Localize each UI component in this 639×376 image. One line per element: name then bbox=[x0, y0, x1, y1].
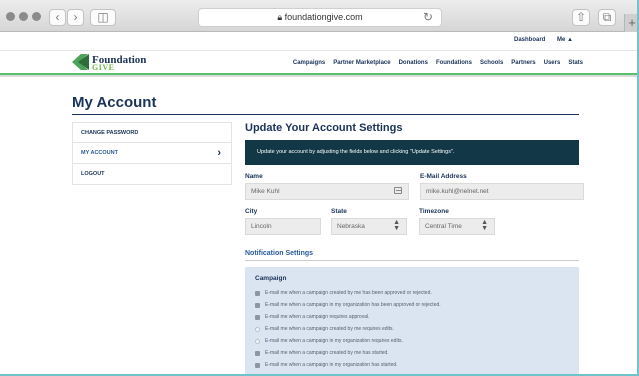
notification-divider bbox=[245, 260, 579, 261]
nav-users[interactable]: Users bbox=[544, 60, 561, 66]
site-utility-bar: Dashboard Me ▲ bbox=[0, 32, 637, 51]
browser-toolbar: ‹ › ◫ 🔒︎ foundationgive.com ↻ ⇧ ⧉ + bbox=[0, 0, 637, 32]
notification-option-label: E-mail me when a campaign in my organiza… bbox=[265, 362, 398, 368]
city-group: City Lincoln bbox=[245, 208, 321, 235]
timezone-label: Timezone bbox=[419, 208, 449, 215]
notification-option[interactable]: E-mail me when a campaign in my organiza… bbox=[255, 335, 569, 347]
close-window-button[interactable] bbox=[6, 12, 15, 21]
select-arrows-icon: ▲ ▼ bbox=[393, 219, 400, 232]
notification-option[interactable]: E-mail me when a campaign created by me … bbox=[255, 287, 569, 299]
nav-campaigns[interactable]: Campaigns bbox=[293, 60, 325, 66]
state-label: State bbox=[331, 208, 347, 215]
notification-option-label: E-mail me when a campaign created by me … bbox=[265, 290, 432, 296]
site-header: Foundation GIVE Campaigns Partner Market… bbox=[0, 51, 637, 75]
account-sidebar: CHANGE PASSWORD MY ACCOUNT › LOGOUT bbox=[72, 122, 232, 185]
main-nav: Campaigns Partner Marketplace Donations … bbox=[293, 60, 583, 66]
notification-option[interactable]: E-mail me when a campaign created by me … bbox=[255, 347, 569, 359]
sidebar-item-change-password[interactable]: CHANGE PASSWORD bbox=[72, 122, 232, 143]
campaign-category-label: Campaign bbox=[255, 275, 287, 282]
select-arrows-icon: ▲ ▼ bbox=[481, 219, 488, 232]
minimize-window-button[interactable] bbox=[19, 12, 28, 21]
nav-foundations[interactable]: Foundations bbox=[436, 60, 472, 66]
notification-option[interactable]: E-mail me when a campaign created by me … bbox=[255, 323, 569, 335]
notification-option-label: E-mail me when a campaign in my organiza… bbox=[265, 338, 403, 344]
new-tab-button[interactable]: + bbox=[624, 14, 637, 32]
city-field[interactable]: Lincoln bbox=[245, 218, 321, 235]
nav-partner-marketplace[interactable]: Partner Marketplace bbox=[333, 60, 390, 66]
tabs-button[interactable]: ⧉ bbox=[598, 9, 616, 26]
notification-option-label: E-mail me when a campaign in my organiza… bbox=[265, 302, 441, 308]
timezone-group: Timezone Central Time ▲ ▼ bbox=[419, 208, 495, 235]
chevron-left-icon: ‹ bbox=[55, 10, 60, 24]
email-group: E-Mail Address mike.kuhl@nelnet.net bbox=[420, 173, 584, 200]
checkbox[interactable] bbox=[255, 362, 260, 368]
checkbox[interactable] bbox=[255, 326, 260, 332]
plus-icon: + bbox=[628, 15, 636, 30]
user-icon: ▲ bbox=[567, 37, 573, 43]
sidebar-icon: ◫ bbox=[97, 10, 109, 24]
state-select[interactable]: Nebraska ▲ ▼ bbox=[331, 218, 407, 235]
notification-option-label: E-mail me when a campaign created by me … bbox=[265, 350, 389, 356]
share-icon: ⇧ bbox=[575, 10, 587, 24]
timezone-select[interactable]: Central Time ▲ ▼ bbox=[419, 218, 495, 235]
email-label: E-Mail Address bbox=[420, 173, 467, 180]
chevron-right-icon: › bbox=[73, 10, 78, 24]
reload-icon[interactable]: ↻ bbox=[423, 10, 433, 24]
forward-button[interactable]: › bbox=[67, 9, 84, 26]
zoom-window-button[interactable] bbox=[32, 12, 41, 21]
name-email-row: Name Mike Kuhl E-Mail Address mike.kuhl@… bbox=[245, 173, 584, 200]
name-label: Name bbox=[245, 173, 263, 180]
checkbox[interactable] bbox=[255, 302, 260, 308]
location-row: City Lincoln State Nebraska ▲ ▼ Timezone … bbox=[245, 208, 579, 235]
nav-stats[interactable]: Stats bbox=[568, 60, 583, 66]
checkbox[interactable] bbox=[255, 314, 260, 320]
back-button[interactable]: ‹ bbox=[49, 9, 66, 26]
state-group: State Nebraska ▲ ▼ bbox=[331, 208, 407, 235]
address-bar[interactable]: 🔒︎ foundationgive.com ↻ bbox=[198, 8, 442, 27]
share-button[interactable]: ⇧ bbox=[572, 9, 590, 26]
contact-card-icon bbox=[394, 187, 402, 194]
sidebar-item-logout[interactable]: LOGOUT bbox=[72, 164, 232, 185]
city-label: City bbox=[245, 208, 258, 215]
checkbox[interactable] bbox=[255, 350, 260, 356]
screenshot-frame: ‹ › ◫ 🔒︎ foundationgive.com ↻ ⇧ ⧉ + Dash… bbox=[0, 0, 639, 376]
name-field[interactable]: Mike Kuhl bbox=[245, 183, 409, 200]
checkbox[interactable] bbox=[255, 290, 260, 296]
instructions-banner: Update your account by adjusting the fie… bbox=[245, 140, 579, 165]
chevron-right-icon: › bbox=[217, 147, 221, 159]
name-group: Name Mike Kuhl bbox=[245, 173, 409, 200]
dashboard-link[interactable]: Dashboard bbox=[514, 37, 545, 43]
settings-panel: Update Your Account Settings Update your… bbox=[245, 122, 584, 374]
title-divider bbox=[72, 114, 579, 115]
notification-option[interactable]: E-mail me when a campaign in my organiza… bbox=[255, 299, 569, 311]
notification-option[interactable]: E-mail me when a campaign requires appro… bbox=[255, 311, 569, 323]
notification-option[interactable]: E-mail me when a campaign in my organiza… bbox=[255, 359, 569, 371]
lock-icon: 🔒︎ bbox=[277, 12, 285, 22]
email-field[interactable]: mike.kuhl@nelnet.net bbox=[420, 183, 584, 200]
nav-partners[interactable]: Partners bbox=[511, 60, 535, 66]
notification-options-list: E-mail me when a campaign created by me … bbox=[255, 287, 569, 371]
settings-heading: Update Your Account Settings bbox=[245, 122, 403, 134]
url-text: 🔒︎ foundationgive.com bbox=[277, 12, 363, 22]
checkbox[interactable] bbox=[255, 338, 260, 344]
notification-panel: Campaign E-mail me when a campaign creat… bbox=[245, 267, 579, 374]
nav-donations[interactable]: Donations bbox=[399, 60, 428, 66]
notification-settings-heading: Notification Settings bbox=[245, 250, 314, 257]
nav-schools[interactable]: Schools bbox=[480, 60, 503, 66]
notification-option-label: E-mail me when a campaign created by me … bbox=[265, 326, 394, 332]
me-menu[interactable]: Me ▲ bbox=[557, 37, 573, 43]
notification-option-label: E-mail me when a campaign requires appro… bbox=[265, 314, 370, 320]
page-body: My Account CHANGE PASSWORD MY ACCOUNT › L… bbox=[0, 77, 637, 374]
page-title: My Account bbox=[72, 94, 157, 111]
logo-text-give: GIVE bbox=[92, 63, 115, 72]
sidebar-item-my-account[interactable]: MY ACCOUNT › bbox=[72, 143, 232, 164]
sidebar-toggle-button[interactable]: ◫ bbox=[90, 9, 116, 26]
tabs-icon: ⧉ bbox=[602, 10, 612, 24]
